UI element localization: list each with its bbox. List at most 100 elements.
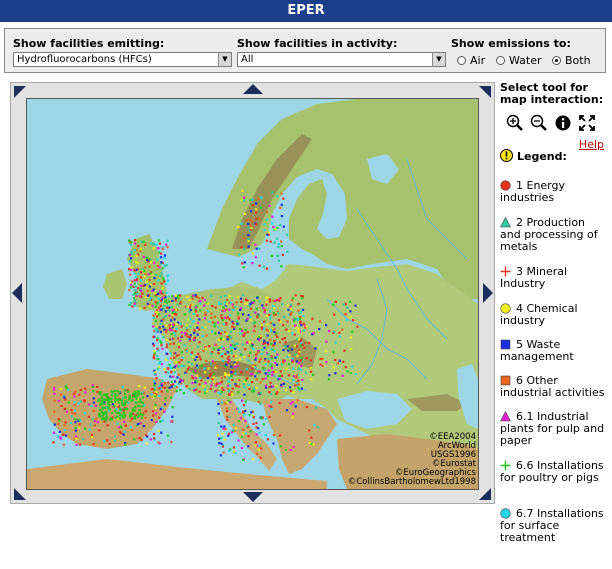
pan-east-icon[interactable] — [483, 283, 493, 303]
legend-item: 3 Mineral Industry — [500, 266, 608, 290]
facility-marker — [247, 239, 250, 243]
facility-marker — [202, 385, 205, 388]
facility-marker — [156, 337, 159, 340]
facility-marker — [298, 389, 301, 392]
zoom-out-icon[interactable] — [530, 114, 548, 132]
pan-north-icon[interactable] — [243, 84, 263, 94]
facility-marker — [254, 256, 257, 259]
facility-marker — [110, 400, 114, 403]
facility-marker — [314, 347, 317, 350]
facility-marker — [131, 305, 134, 308]
dropdown-arrow-icon[interactable]: ▼ — [218, 53, 231, 66]
radio-both[interactable]: Both — [552, 54, 591, 67]
info-icon[interactable] — [554, 114, 572, 132]
facility-marker — [151, 304, 154, 307]
facility-marker — [222, 347, 225, 350]
facility-marker — [240, 353, 243, 356]
facility-marker — [283, 315, 286, 318]
facility-marker — [282, 382, 286, 385]
pan-northwest-icon[interactable] — [14, 86, 26, 98]
facility-marker — [237, 391, 240, 394]
facility-marker — [195, 374, 199, 377]
facility-marker — [203, 367, 206, 370]
facility-marker — [196, 326, 199, 329]
facility-marker — [297, 309, 300, 312]
zoom-in-icon[interactable] — [506, 114, 524, 132]
facility-marker — [123, 392, 127, 395]
facility-marker — [269, 338, 272, 341]
facility-marker — [154, 406, 157, 409]
facility-marker — [321, 364, 324, 367]
facility-marker — [228, 377, 231, 380]
pan-northeast-icon[interactable] — [479, 86, 491, 98]
radio-water-button[interactable] — [496, 56, 505, 65]
pan-south-icon[interactable] — [243, 492, 263, 502]
facility-marker — [234, 347, 237, 350]
facility-marker — [257, 198, 260, 201]
facility-marker — [167, 381, 170, 384]
pollutant-select-value: Hydrofluorocarbons (HFCs) — [17, 54, 152, 65]
facility-marker — [118, 391, 121, 394]
facility-marker — [255, 208, 258, 211]
facility-marker — [242, 382, 245, 386]
dropdown-arrow-icon[interactable]: ▼ — [432, 53, 445, 66]
pan-southwest-icon[interactable] — [14, 488, 26, 500]
facility-marker — [58, 430, 61, 433]
facility-marker — [133, 299, 136, 302]
pollutant-select[interactable]: Hydrofluorocarbons (HFCs) ▼ — [13, 52, 232, 67]
facility-marker — [95, 417, 98, 420]
facility-marker — [262, 265, 265, 268]
facility-marker — [234, 305, 237, 309]
facility-marker — [278, 377, 281, 380]
facility-marker — [288, 353, 291, 357]
facility-marker — [262, 342, 265, 345]
facility-marker — [166, 246, 169, 249]
facility-marker — [98, 413, 101, 416]
facility-marker — [198, 302, 202, 305]
radio-both-label: Both — [565, 54, 591, 67]
facility-marker — [271, 367, 274, 370]
facility-marker — [143, 269, 146, 272]
radio-water[interactable]: Water — [496, 54, 542, 67]
facility-marker — [152, 391, 155, 394]
facility-marker — [159, 330, 162, 334]
facility-marker — [211, 321, 214, 324]
facility-marker — [281, 302, 284, 305]
facility-marker — [166, 279, 170, 282]
facility-marker — [250, 373, 253, 376]
radio-both-button[interactable] — [552, 56, 561, 65]
map-view[interactable]: ©EEA2004 ArcWorld USGS1996 ©Eurostat ©Eu… — [26, 98, 479, 490]
radio-air[interactable]: Air — [457, 54, 485, 67]
facility-marker — [294, 324, 297, 327]
facility-marker — [104, 418, 108, 422]
facility-marker — [205, 359, 208, 362]
facility-marker — [191, 321, 194, 324]
activity-label: Show facilities in activity: — [237, 37, 398, 50]
help-link[interactable]: Help — [579, 138, 604, 151]
activity-select[interactable]: All ▼ — [237, 52, 446, 67]
facility-marker — [294, 353, 297, 356]
facility-marker — [269, 381, 272, 384]
facility-marker — [144, 243, 147, 246]
facility-marker — [221, 359, 225, 362]
pan-southeast-icon[interactable] — [479, 488, 491, 500]
facility-marker — [152, 325, 155, 328]
facility-marker — [74, 390, 77, 393]
facility-marker — [157, 297, 160, 300]
facility-marker — [133, 242, 137, 245]
facility-marker — [160, 272, 163, 275]
radio-air-button[interactable] — [457, 56, 466, 65]
facility-marker — [275, 299, 278, 302]
facility-marker — [64, 398, 67, 401]
facility-marker — [229, 344, 232, 347]
facility-marker — [346, 370, 349, 373]
facility-marker — [291, 332, 294, 335]
pan-west-icon[interactable] — [12, 283, 22, 303]
facility-marker — [136, 262, 139, 265]
facility-marker — [78, 418, 81, 421]
facility-marker — [158, 384, 161, 388]
europe-map[interactable] — [27, 99, 478, 489]
full-extent-icon[interactable] — [578, 114, 596, 132]
facility-marker — [260, 352, 263, 355]
facility-marker — [293, 344, 296, 347]
